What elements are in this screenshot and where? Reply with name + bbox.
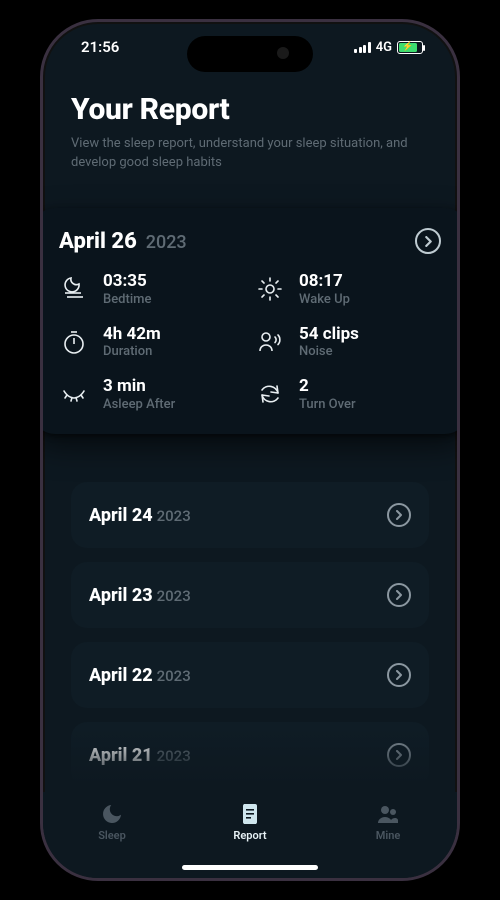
stat-value: 2 — [299, 377, 356, 397]
stat-wakeup: 08:17Wake Up — [255, 272, 441, 307]
report-date: April 21 — [89, 745, 153, 766]
status-time: 21:56 — [81, 38, 119, 56]
report-year: 2023 — [157, 667, 191, 685]
page-title: Your Report — [71, 92, 429, 127]
phone-frame: 21:56 4G ⚡ Your Report View the sleep re… — [40, 19, 460, 881]
turnover-icon — [255, 381, 285, 407]
profile-icon — [376, 802, 400, 826]
stat-value: 08:17 — [299, 272, 350, 292]
page-header: Your Report View the sleep report, under… — [43, 80, 457, 179]
report-list[interactable]: April 242023 April 232023 April 222023 A… — [71, 482, 429, 788]
stat-label: Turn Over — [299, 397, 356, 412]
stat-label: Bedtime — [103, 292, 151, 307]
tab-report[interactable]: Report — [200, 802, 300, 842]
report-date: April 22 — [89, 665, 153, 686]
tab-label: Sleep — [98, 829, 126, 842]
network-label: 4G — [376, 40, 392, 55]
stat-duration: 4h 42mDuration — [59, 325, 245, 360]
timer-icon — [59, 329, 89, 355]
report-row[interactable]: April 222023 — [71, 642, 429, 708]
report-icon — [238, 802, 262, 826]
chevron-right-icon — [387, 583, 411, 607]
tab-bar: Sleep Report Mine — [43, 792, 457, 878]
sun-icon — [255, 276, 285, 302]
report-year: 2023 — [157, 587, 191, 605]
report-row[interactable]: April 212023 — [71, 722, 429, 788]
chevron-right-icon — [387, 743, 411, 767]
stat-label: Asleep After — [103, 397, 175, 412]
stat-label: Noise — [299, 344, 359, 359]
tab-label: Mine — [376, 829, 401, 842]
report-row[interactable]: April 242023 — [71, 482, 429, 548]
tab-sleep[interactable]: Sleep — [62, 802, 162, 842]
featured-year: 2023 — [146, 232, 187, 253]
stat-turnover: 2Turn Over — [255, 377, 441, 412]
report-year: 2023 — [157, 747, 191, 765]
moon-icon — [59, 276, 89, 302]
stat-asleep-after: 3 minAsleep After — [59, 377, 245, 412]
dynamic-island — [187, 36, 313, 72]
eye-icon — [59, 381, 89, 407]
chevron-right-icon[interactable] — [415, 228, 441, 254]
stat-bedtime: 03:35Bedtime — [59, 272, 245, 307]
battery-icon: ⚡ — [397, 41, 423, 54]
stat-label: Wake Up — [299, 292, 350, 307]
report-year: 2023 — [157, 507, 191, 525]
home-indicator[interactable] — [182, 865, 318, 870]
signal-icon — [354, 42, 371, 53]
chevron-right-icon — [387, 503, 411, 527]
tab-mine[interactable]: Mine — [338, 802, 438, 842]
stat-value: 54 clips — [299, 325, 359, 345]
tab-label: Report — [233, 829, 266, 842]
report-row[interactable]: April 232023 — [71, 562, 429, 628]
noise-icon — [255, 329, 285, 355]
moon-icon — [100, 802, 124, 826]
stat-value: 4h 42m — [103, 325, 161, 345]
stat-label: Duration — [103, 344, 161, 359]
featured-report-card[interactable]: April 26 2023 03:35Bedtime 08:17Wake Up — [40, 208, 460, 434]
stat-value: 3 min — [103, 377, 175, 397]
page-subtitle: View the sleep report, understand your s… — [71, 135, 411, 173]
stat-value: 03:35 — [103, 272, 151, 292]
featured-date: April 26 — [59, 229, 137, 254]
stat-noise: 54 clipsNoise — [255, 325, 441, 360]
report-date: April 23 — [89, 585, 153, 606]
chevron-right-icon — [387, 663, 411, 687]
report-date: April 24 — [89, 505, 153, 526]
